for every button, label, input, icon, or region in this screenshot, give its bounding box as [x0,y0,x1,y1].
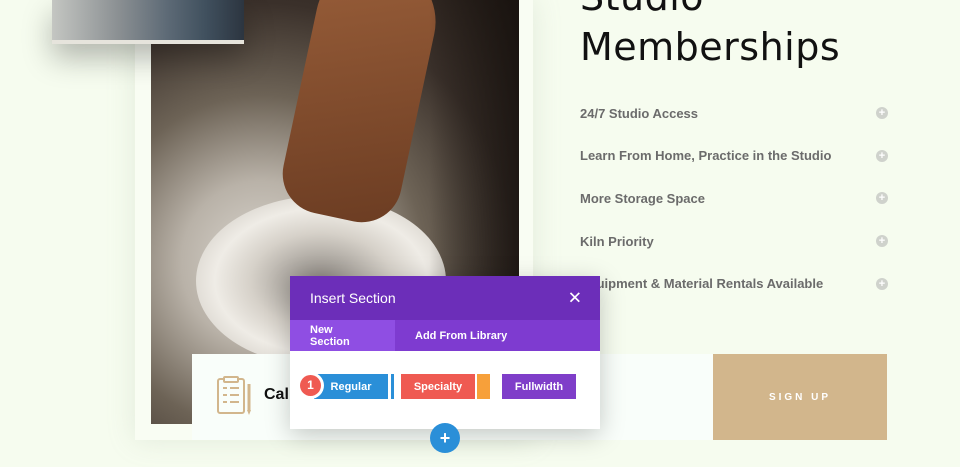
page-title: Studio Memberships [580,0,841,69]
feature-label: More Storage Space [580,190,705,206]
feature-item[interactable]: Equipment & Material Rentals Available + [580,262,888,305]
feature-label: Learn From Home, Practice in the Studio [580,148,832,164]
plus-circle-icon[interactable]: + [876,149,888,162]
tab-add-from-library[interactable]: Add From Library [395,320,527,351]
regular-section-button[interactable]: Regular [314,374,394,399]
checklist-icon [217,376,251,415]
regular-label: Regular [330,380,372,393]
close-icon[interactable]: ✕ [568,290,582,307]
pottery-thumbnail-image [52,0,244,44]
specialty-section-button[interactable]: Specialty [401,374,490,399]
add-section-icon[interactable]: + [430,423,460,453]
specialty-column-marker [477,374,490,399]
step-badge: 1 [300,375,321,396]
feature-label: Kiln Priority [580,233,654,249]
feature-item[interactable]: Kiln Priority + [580,220,888,263]
fullwidth-section-button[interactable]: Fullwidth [502,374,576,399]
feature-item[interactable]: More Storage Space + [580,177,888,220]
photo-hand-shape [275,0,447,230]
insert-section-modal: Insert Section ✕ New Section Add From Li… [290,276,600,429]
signup-button[interactable]: SIGN UP [713,354,887,440]
plus-circle-icon[interactable]: + [876,107,888,120]
plus-circle-icon[interactable]: + [876,277,888,290]
features-list: 24/7 Studio Access + Learn From Home, Pra… [580,92,888,305]
feature-item[interactable]: Learn From Home, Practice in the Studio + [580,135,888,178]
specialty-label: Specialty [413,380,463,393]
feature-label: 24/7 Studio Access [580,105,699,121]
plus-circle-icon[interactable]: + [876,192,888,205]
modal-body: 1 Regular Specialty Fullwidth [290,351,600,429]
modal-title: Insert Section [310,290,396,306]
regular-column-marker [391,374,394,399]
feature-label: Equipment & Material Rentals Available [580,276,824,292]
tab-new-section[interactable]: New Section [290,320,395,351]
cta-text: Call [264,386,294,403]
modal-header: Insert Section ✕ [290,276,600,320]
feature-item[interactable]: 24/7 Studio Access + [580,92,888,135]
modal-tabs: New Section Add From Library [290,320,600,351]
plus-circle-icon[interactable]: + [876,235,888,248]
